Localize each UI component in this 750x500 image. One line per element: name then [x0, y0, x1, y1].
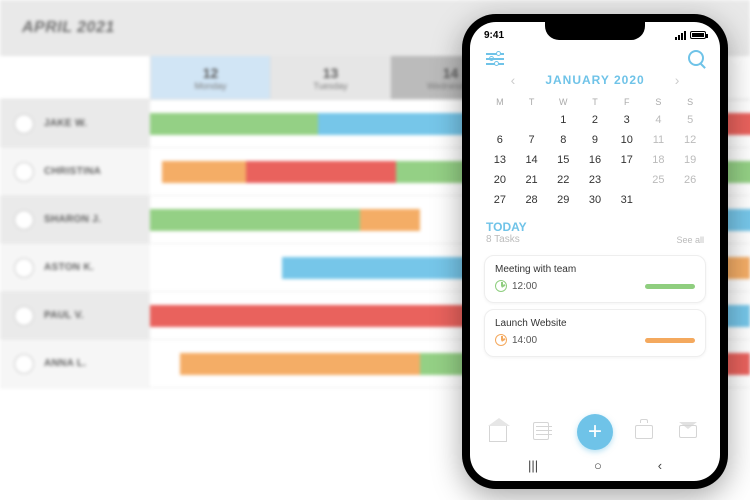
- phone-notch: [545, 22, 645, 40]
- avatar: [14, 258, 34, 278]
- task-card[interactable]: Launch Website 14:00: [484, 309, 706, 357]
- task-bar[interactable]: [360, 209, 420, 231]
- signal-icon: [675, 31, 686, 40]
- weekday-label: S: [674, 94, 706, 110]
- calendar-day[interactable]: 27: [484, 190, 516, 210]
- today-label: TODAY: [486, 220, 527, 234]
- list-icon[interactable]: [533, 422, 555, 442]
- see-all-link[interactable]: See all: [676, 235, 704, 245]
- calendar-day[interactable]: 7: [516, 130, 548, 150]
- bottom-nav: +: [470, 408, 720, 452]
- task-title: Launch Website: [495, 318, 695, 329]
- calendar-day[interactable]: 11: [643, 130, 675, 150]
- calendar-month[interactable]: JANUARY 2020: [545, 73, 644, 87]
- weekday-label: F: [611, 94, 643, 110]
- calendar-day[interactable]: 12: [674, 130, 706, 150]
- search-icon[interactable]: [688, 50, 704, 66]
- calendar-day[interactable]: 9: [579, 130, 611, 150]
- calendar-day[interactable]: 2: [579, 110, 611, 130]
- calendar-day[interactable]: 28: [516, 190, 548, 210]
- avatar: [14, 210, 34, 230]
- task-progress: [645, 338, 695, 343]
- task-bar[interactable]: [150, 113, 318, 135]
- calendar-day: [674, 190, 706, 210]
- android-nav: ||| ○ ‹: [470, 452, 720, 481]
- calendar-day[interactable]: 23: [579, 170, 611, 190]
- clock-icon: [495, 280, 507, 292]
- prev-month-icon[interactable]: ‹: [511, 72, 516, 88]
- weekday-label: W: [547, 94, 579, 110]
- calendar-day[interactable]: 25: [643, 170, 675, 190]
- calendar-day[interactable]: 13: [484, 150, 516, 170]
- calendar-day[interactable]: 18: [643, 150, 675, 170]
- phone-frame: 9:41 ‹ JANUARY 2020 › MTWTFSS 1234567891…: [462, 14, 728, 489]
- calendar-day[interactable]: 4: [643, 110, 675, 130]
- calendar-day[interactable]: 1: [547, 110, 579, 130]
- weekday-label: T: [516, 94, 548, 110]
- calendar-day[interactable]: 10: [611, 130, 643, 150]
- clock-icon: [495, 334, 507, 346]
- weekday-label: M: [484, 94, 516, 110]
- calendar-day[interactable]: 31: [611, 190, 643, 210]
- weekday-label: T: [579, 94, 611, 110]
- weekday-label: S: [643, 94, 675, 110]
- task-title: Meeting with team: [495, 264, 695, 275]
- calendar-day[interactable]: 29: [547, 190, 579, 210]
- avatar: [14, 306, 34, 326]
- calendar-day[interactable]: 30: [579, 190, 611, 210]
- calendar-day[interactable]: 19: [674, 150, 706, 170]
- calendar-day[interactable]: 26: [674, 170, 706, 190]
- battery-icon: [690, 31, 706, 39]
- day-column[interactable]: 12Monday: [150, 56, 270, 99]
- task-bar[interactable]: [150, 209, 360, 231]
- calendar-day[interactable]: 15: [547, 150, 579, 170]
- status-time: 9:41: [484, 30, 504, 41]
- calendar-day[interactable]: 6: [484, 130, 516, 150]
- calendar-day[interactable]: 3: [611, 110, 643, 130]
- calendar-day[interactable]: 17: [611, 150, 643, 170]
- task-bar[interactable]: [150, 305, 510, 327]
- calendar-day[interactable]: 22: [547, 170, 579, 190]
- mail-icon[interactable]: [679, 422, 701, 442]
- calendar-grid: MTWTFSS 12345678910111213141516171819202…: [470, 94, 720, 210]
- calendar-day[interactable]: 16: [579, 150, 611, 170]
- calendar-day: [643, 190, 675, 210]
- task-bar[interactable]: [180, 353, 420, 375]
- avatar: [14, 354, 34, 374]
- calendar-day: [516, 110, 548, 130]
- add-button[interactable]: +: [577, 414, 613, 450]
- home-button-icon[interactable]: ○: [594, 458, 602, 473]
- briefcase-icon[interactable]: [635, 422, 657, 442]
- calendar-day: [484, 110, 516, 130]
- filter-icon[interactable]: [486, 51, 504, 65]
- task-count: 8 Tasks: [486, 234, 527, 245]
- task-bar[interactable]: [162, 161, 246, 183]
- month-title: APRIL 2021: [22, 19, 115, 37]
- calendar-day[interactable]: 5: [674, 110, 706, 130]
- task-bar[interactable]: [246, 161, 396, 183]
- next-month-icon[interactable]: ›: [675, 72, 680, 88]
- back-icon[interactable]: ‹: [658, 458, 662, 473]
- calendar-day[interactable]: 8: [547, 130, 579, 150]
- task-progress: [645, 284, 695, 289]
- home-icon[interactable]: [489, 422, 511, 442]
- avatar: [14, 162, 34, 182]
- task-card[interactable]: Meeting with team 12:00: [484, 255, 706, 303]
- day-column[interactable]: 13Tuesday: [270, 56, 390, 99]
- recent-apps-icon[interactable]: |||: [528, 458, 538, 473]
- task-time: 14:00: [512, 335, 537, 346]
- calendar-day[interactable]: 24: [611, 170, 643, 190]
- calendar-day[interactable]: 20: [484, 170, 516, 190]
- calendar-day[interactable]: 14: [516, 150, 548, 170]
- calendar-day[interactable]: 21: [516, 170, 548, 190]
- task-time: 12:00: [512, 281, 537, 292]
- avatar: [14, 114, 34, 134]
